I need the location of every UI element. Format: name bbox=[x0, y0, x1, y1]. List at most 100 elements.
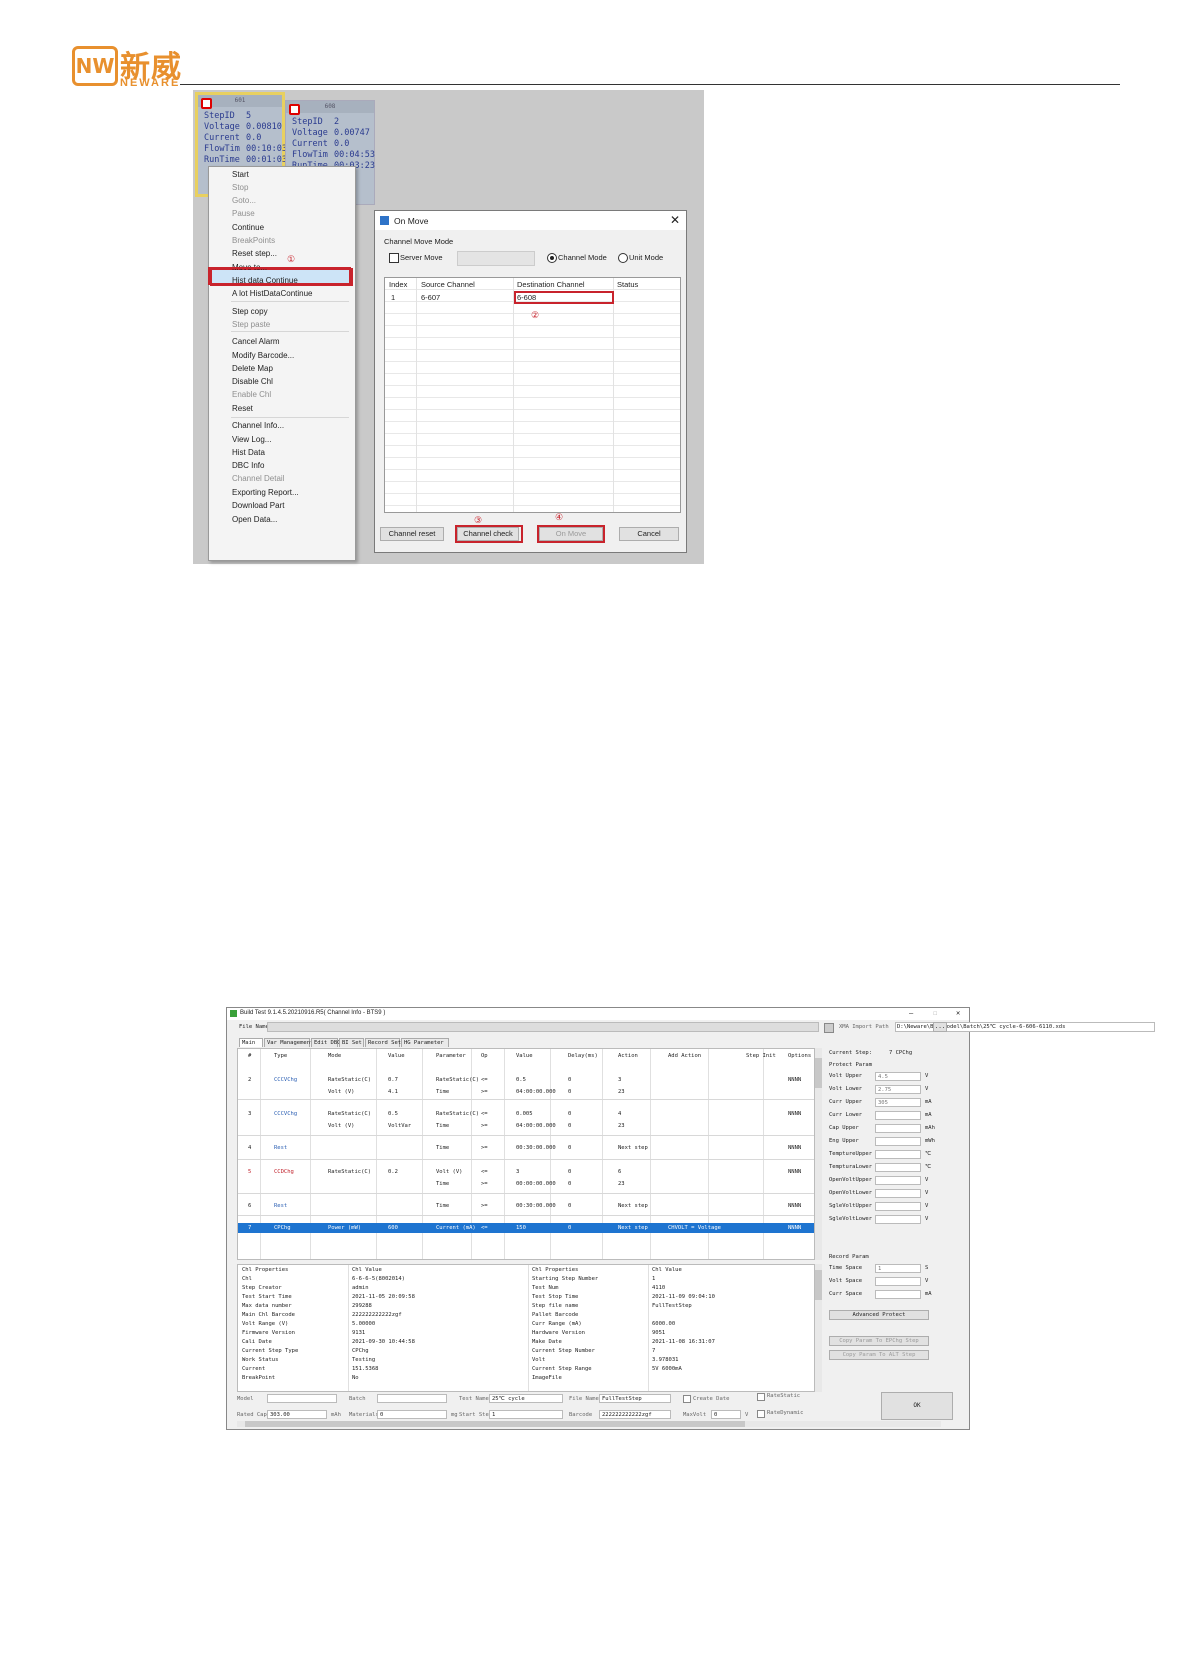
menu-item[interactable]: Step copy bbox=[232, 307, 268, 316]
cancel-button[interactable]: Cancel bbox=[619, 527, 679, 541]
menu-item[interactable]: Channel Info... bbox=[232, 421, 284, 430]
grid-cell: Volt (V) bbox=[328, 1089, 355, 1095]
materials-unit: mg bbox=[451, 1412, 458, 1418]
advanced-protect-button[interactable]: Advanced Protect bbox=[829, 1310, 929, 1320]
table-row[interactable]: 4 Rest Time >= 00:30:00.000 0 Next step NNNN bbox=[238, 1143, 814, 1153]
tab-hg-parameter[interactable]: HG Parameter bbox=[401, 1038, 449, 1047]
record-param-input[interactable] bbox=[875, 1277, 921, 1286]
protect-param-input[interactable] bbox=[875, 1176, 921, 1185]
menu-item[interactable]: Step paste bbox=[232, 320, 270, 329]
channel-mode-radio[interactable] bbox=[547, 253, 557, 263]
close-icon[interactable]: ✕ bbox=[670, 213, 680, 227]
tile-field-label: Current bbox=[204, 133, 240, 143]
menu-item[interactable]: Cancel Alarm bbox=[232, 337, 280, 346]
props-scrollbar[interactable] bbox=[815, 1264, 822, 1392]
server-move-checkbox[interactable] bbox=[389, 253, 399, 263]
protect-param-input[interactable] bbox=[875, 1215, 921, 1224]
record-param-input[interactable] bbox=[875, 1290, 921, 1299]
unit-mode-radio[interactable] bbox=[618, 253, 628, 263]
menu-item[interactable]: View Log... bbox=[232, 435, 271, 444]
menu-item[interactable]: Download Part bbox=[232, 501, 284, 510]
channel-reset-button[interactable]: Channel reset bbox=[380, 527, 444, 541]
menu-item[interactable]: Enable Chl bbox=[232, 390, 271, 399]
row-index: 1 bbox=[391, 293, 396, 302]
menu-item[interactable]: DBC Info bbox=[232, 461, 264, 470]
close-icon[interactable]: ✕ bbox=[956, 1009, 960, 1017]
file-name-field[interactable] bbox=[267, 1022, 819, 1032]
rate-dynamic-checkbox[interactable] bbox=[757, 1410, 765, 1418]
menu-item[interactable]: Delete Map bbox=[232, 364, 273, 373]
menu-item[interactable]: Continue bbox=[232, 223, 264, 232]
maximize-icon[interactable]: ☐ bbox=[933, 1009, 937, 1017]
protect-param-input[interactable] bbox=[875, 1150, 921, 1159]
menu-item[interactable]: Exporting Report... bbox=[232, 488, 299, 497]
protect-param-input[interactable]: 305 bbox=[875, 1098, 921, 1107]
menu-item[interactable]: Open Data... bbox=[232, 515, 277, 524]
model-field[interactable] bbox=[267, 1394, 337, 1403]
menu-item[interactable]: Start bbox=[232, 170, 249, 179]
protect-param-input[interactable]: 2.75 bbox=[875, 1085, 921, 1094]
grid-scrollbar[interactable] bbox=[815, 1048, 822, 1260]
menu-item[interactable]: Goto... bbox=[232, 196, 256, 205]
app-icon bbox=[380, 216, 389, 225]
protect-param-label: TemptureUpper bbox=[829, 1151, 873, 1157]
tab-main[interactable]: Main bbox=[239, 1038, 263, 1047]
max-volt-field[interactable]: 0 bbox=[711, 1410, 741, 1419]
ok-button[interactable]: OK bbox=[881, 1392, 953, 1420]
browse-button[interactable]: ... bbox=[933, 1022, 947, 1032]
table-row[interactable]: 6 Rest Time >= 00:30:00.000 0 Next step NNNN bbox=[238, 1201, 814, 1211]
horizontal-scrollbar[interactable] bbox=[237, 1421, 941, 1427]
protect-param-input[interactable] bbox=[875, 1124, 921, 1133]
tab-record-set[interactable]: Record Set bbox=[365, 1038, 401, 1047]
table-row[interactable]: Volt (V) 4.1 Time >= 04:00:00.000 0 23 bbox=[238, 1087, 814, 1097]
test-name-field[interactable]: 25℃ cycle bbox=[489, 1394, 563, 1403]
minimize-icon[interactable]: — bbox=[909, 1009, 913, 1017]
tab-bi-set[interactable]: BI Set bbox=[339, 1038, 364, 1047]
menu-item[interactable]: BreakPoints bbox=[232, 236, 275, 245]
menu-item[interactable]: A lot HistDataContinue bbox=[232, 289, 313, 298]
table-row[interactable]: Volt (V) VoltVar Time >= 04:00:00.000 0 23 bbox=[238, 1121, 814, 1131]
rate-static-checkbox[interactable] bbox=[757, 1393, 765, 1401]
menu-item[interactable]: Reset step... bbox=[232, 249, 277, 258]
grid-cell: CCCVChg bbox=[274, 1077, 298, 1083]
protect-param-input[interactable] bbox=[875, 1111, 921, 1120]
create-date-checkbox[interactable] bbox=[683, 1395, 691, 1403]
file-name-bottom-field[interactable]: FullTestStep bbox=[599, 1394, 671, 1403]
menu-item[interactable]: Modify Barcode... bbox=[232, 351, 294, 360]
protect-param-input[interactable] bbox=[875, 1189, 921, 1198]
batch-field[interactable] bbox=[377, 1394, 447, 1403]
grid-cell: Current (mA) bbox=[436, 1225, 476, 1231]
start-step-field[interactable]: 1 bbox=[489, 1410, 563, 1419]
rated-cap-field[interactable]: 303.00 bbox=[267, 1410, 327, 1419]
copy-param-epchg-button[interactable]: Copy Param To EPChg Step bbox=[829, 1336, 929, 1346]
record-param-unit: S bbox=[925, 1265, 929, 1271]
props-cell: Step file name bbox=[532, 1303, 579, 1309]
table-row[interactable]: 3 CCCVChg RateStatic(C) 0.5 RateStatic(C) <= 0… bbox=[238, 1109, 814, 1119]
menu-item[interactable]: Stop bbox=[232, 183, 248, 192]
barcode-field[interactable]: 222222222222zgf bbox=[599, 1410, 671, 1419]
server-move-field[interactable] bbox=[457, 251, 535, 266]
record-param-input[interactable]: 1 bbox=[875, 1264, 921, 1273]
right-panel: Current Step: 7 CPChg Protect Param Volt… bbox=[827, 1048, 959, 1384]
grid-cell: 23 bbox=[618, 1089, 625, 1095]
protect-param-input[interactable] bbox=[875, 1137, 921, 1146]
menu-item[interactable]: Reset bbox=[232, 404, 253, 413]
menu-item[interactable]: Pause bbox=[232, 209, 255, 218]
protect-param-input[interactable]: 4.5 bbox=[875, 1072, 921, 1081]
table-row[interactable]: Time >= 00:00:00.000 0 23 bbox=[238, 1179, 814, 1189]
props-cell: Pallet Barcode bbox=[532, 1312, 579, 1318]
table-row[interactable]: 2 CCCVChg RateStatic(C) 0.7 RateStatic(C) <= 0… bbox=[238, 1075, 814, 1085]
materials-field[interactable]: 0 bbox=[377, 1410, 447, 1419]
copy-param-alt-button[interactable]: Copy Param To ALT Step bbox=[829, 1350, 929, 1360]
tab-edit-dbc[interactable]: Edit DBC bbox=[311, 1038, 341, 1047]
table-row-selected[interactable]: 7 CPChg Power (mW) 600 Current (mA) <= 150 0 Nex… bbox=[238, 1223, 814, 1233]
menu-item[interactable]: Disable Chl bbox=[232, 377, 273, 386]
menu-item[interactable]: Hist Data bbox=[232, 448, 265, 457]
protect-param-input[interactable] bbox=[875, 1163, 921, 1172]
protect-param-input[interactable] bbox=[875, 1202, 921, 1211]
table-row[interactable]: 5 CCDChg RateStatic(C) 0.2 Volt (V) <= 3 0 6 NNNN bbox=[238, 1167, 814, 1177]
record-icon bbox=[289, 104, 300, 115]
menu-item[interactable]: Channel Detail bbox=[232, 474, 284, 483]
import-icon[interactable] bbox=[824, 1023, 834, 1033]
tab-var-management[interactable]: Var Management bbox=[264, 1038, 313, 1047]
